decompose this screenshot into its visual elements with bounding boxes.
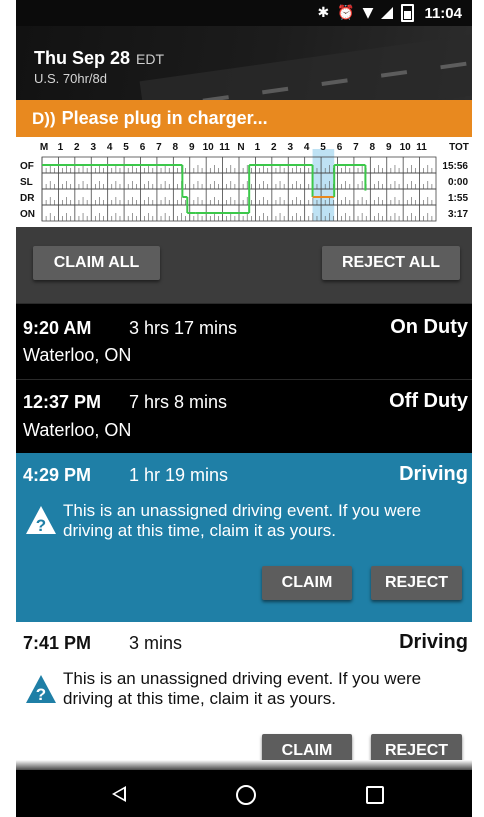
row-label: OF: [20, 161, 34, 172]
home-icon[interactable]: [236, 785, 256, 805]
unassigned-event-message: This is an unassigned driving event. If …: [63, 501, 422, 540]
hour-label: 9: [189, 142, 195, 153]
event-duration: 7 hrs 8 mins: [129, 392, 228, 412]
alarm-icon: ⏰: [337, 5, 355, 21]
hour-label: 8: [370, 142, 376, 153]
row-total: 15:56: [442, 161, 468, 172]
hour-label: 5: [320, 142, 326, 153]
event-location: Waterloo, ON: [23, 345, 132, 365]
event-row-off-duty[interactable]: 12:37 PM 7 hrs 8 mins Off Duty Waterloo,…: [16, 379, 472, 454]
device-signal-icon: D)): [32, 108, 56, 128]
event-duration: 3 hrs 17 mins: [129, 318, 238, 338]
hour-label: 3: [90, 142, 96, 153]
hour-label: 6: [337, 142, 343, 153]
svg-text:?: ?: [36, 516, 46, 535]
log-date-text: Thu Sep 28: [34, 48, 131, 68]
claim-all-button[interactable]: CLAIM ALL: [33, 246, 160, 280]
reject-button[interactable]: REJECT: [371, 566, 462, 600]
event-time: 9:20 AM: [23, 318, 92, 338]
event-row-unassigned-driving-selected[interactable]: 4:29 PM 1 hr 19 mins Driving ? This is a…: [16, 453, 472, 622]
bluetooth-icon: ✱: [317, 5, 330, 21]
row-total: 0:00: [448, 177, 468, 188]
hour-label: 6: [140, 142, 146, 153]
recent-apps-icon[interactable]: [366, 786, 384, 804]
warning-question-icon: ?: [26, 506, 56, 535]
hour-label: 9: [386, 142, 392, 153]
event-time: 4:29 PM: [23, 465, 92, 485]
event-row-unassigned-driving[interactable]: 7:41 PM 3 mins Driving ? This is an unas…: [16, 622, 472, 772]
signal-icon: [381, 7, 394, 19]
event-time: 12:37 PM: [23, 392, 102, 412]
event-status: Driving: [399, 631, 468, 653]
hos-log-grid[interactable]: M 1 2 3 4 5 6 7 8 9 10 11 N 1 2 3 4 5 6 7 8 9 10 11 TOT OF 15:56 SL…: [16, 137, 472, 227]
status-bar: ✱ ⏰ ▼ 11:04: [16, 0, 472, 26]
hour-label: 10: [203, 142, 215, 153]
event-status: On Duty: [390, 316, 468, 338]
hour-label: 4: [304, 142, 310, 153]
event-status: Off Duty: [389, 390, 468, 412]
hour-label: 1: [255, 142, 261, 153]
event-duration: 1 hr 19 mins: [129, 465, 229, 485]
bulk-action-bar: CLAIM ALL REJECT ALL: [16, 227, 472, 303]
hour-label: 11: [219, 142, 230, 153]
row-label: DR: [20, 193, 35, 204]
event-time: 7:41 PM: [23, 633, 92, 653]
hour-label: 5: [123, 142, 129, 153]
charger-warning-text: Please plug in charger...: [61, 108, 268, 128]
row-label: ON: [20, 209, 35, 220]
event-row-on-duty[interactable]: 9:20 AM 3 hrs 17 mins On Duty Waterloo, …: [16, 303, 472, 380]
road-background-graphic: [139, 31, 472, 100]
wifi-icon: ▼: [362, 5, 374, 21]
row-total: 3:17: [448, 209, 468, 220]
log-date: Thu Sep 28 EDT: [34, 48, 164, 69]
status-icons: ✱ ⏰ ▼ 11:04: [317, 4, 462, 22]
hour-label: 2: [74, 142, 80, 153]
hour-label: 8: [173, 142, 179, 153]
phone-screen: ✱ ⏰ ▼ 11:04 Thu Sep 28 EDT U.S. 70hr/8d D…: [16, 0, 472, 817]
warning-question-icon: ?: [26, 675, 56, 704]
hour-label: N: [237, 142, 244, 153]
hos-log-graph: M 1 2 3 4 5 6 7 8 9 10 11 N 1 2 3 4 5 6 7 8 9 10 11 TOTOF 15:56SL…: [20, 142, 469, 222]
reject-all-button[interactable]: REJECT ALL: [322, 246, 460, 280]
hour-label: 10: [400, 142, 412, 153]
battery-icon: [401, 4, 415, 22]
claim-button[interactable]: CLAIM: [262, 566, 352, 600]
svg-text:?: ?: [36, 685, 46, 704]
total-header-label: TOT: [449, 142, 469, 153]
hour-label: 1: [58, 142, 64, 153]
timezone-label: EDT: [136, 51, 165, 67]
navigation-bar: [16, 770, 472, 817]
event-duration: 3 mins: [129, 633, 183, 653]
hour-label: 4: [107, 142, 113, 153]
event-status: Driving: [399, 463, 468, 485]
hour-label: 3: [287, 142, 293, 153]
row-total: 1:55: [448, 193, 468, 204]
hour-label: 7: [353, 142, 359, 153]
cycle-rule-label: U.S. 70hr/8d: [34, 71, 107, 86]
status-time: 11:04: [424, 4, 462, 22]
day-header[interactable]: Thu Sep 28 EDT U.S. 70hr/8d: [16, 26, 472, 100]
hour-label: 11: [416, 142, 427, 153]
hour-label: 7: [156, 142, 162, 153]
hour-label: M: [40, 142, 48, 153]
selected-period-highlight: [312, 149, 335, 221]
hour-label: 2: [271, 142, 277, 153]
row-label: SL: [20, 177, 33, 188]
unassigned-event-message: This is an unassigned driving event. If …: [63, 669, 422, 708]
event-location: Waterloo, ON: [23, 420, 132, 440]
charger-warning-banner[interactable]: D)) Please plug in charger...: [16, 100, 472, 137]
